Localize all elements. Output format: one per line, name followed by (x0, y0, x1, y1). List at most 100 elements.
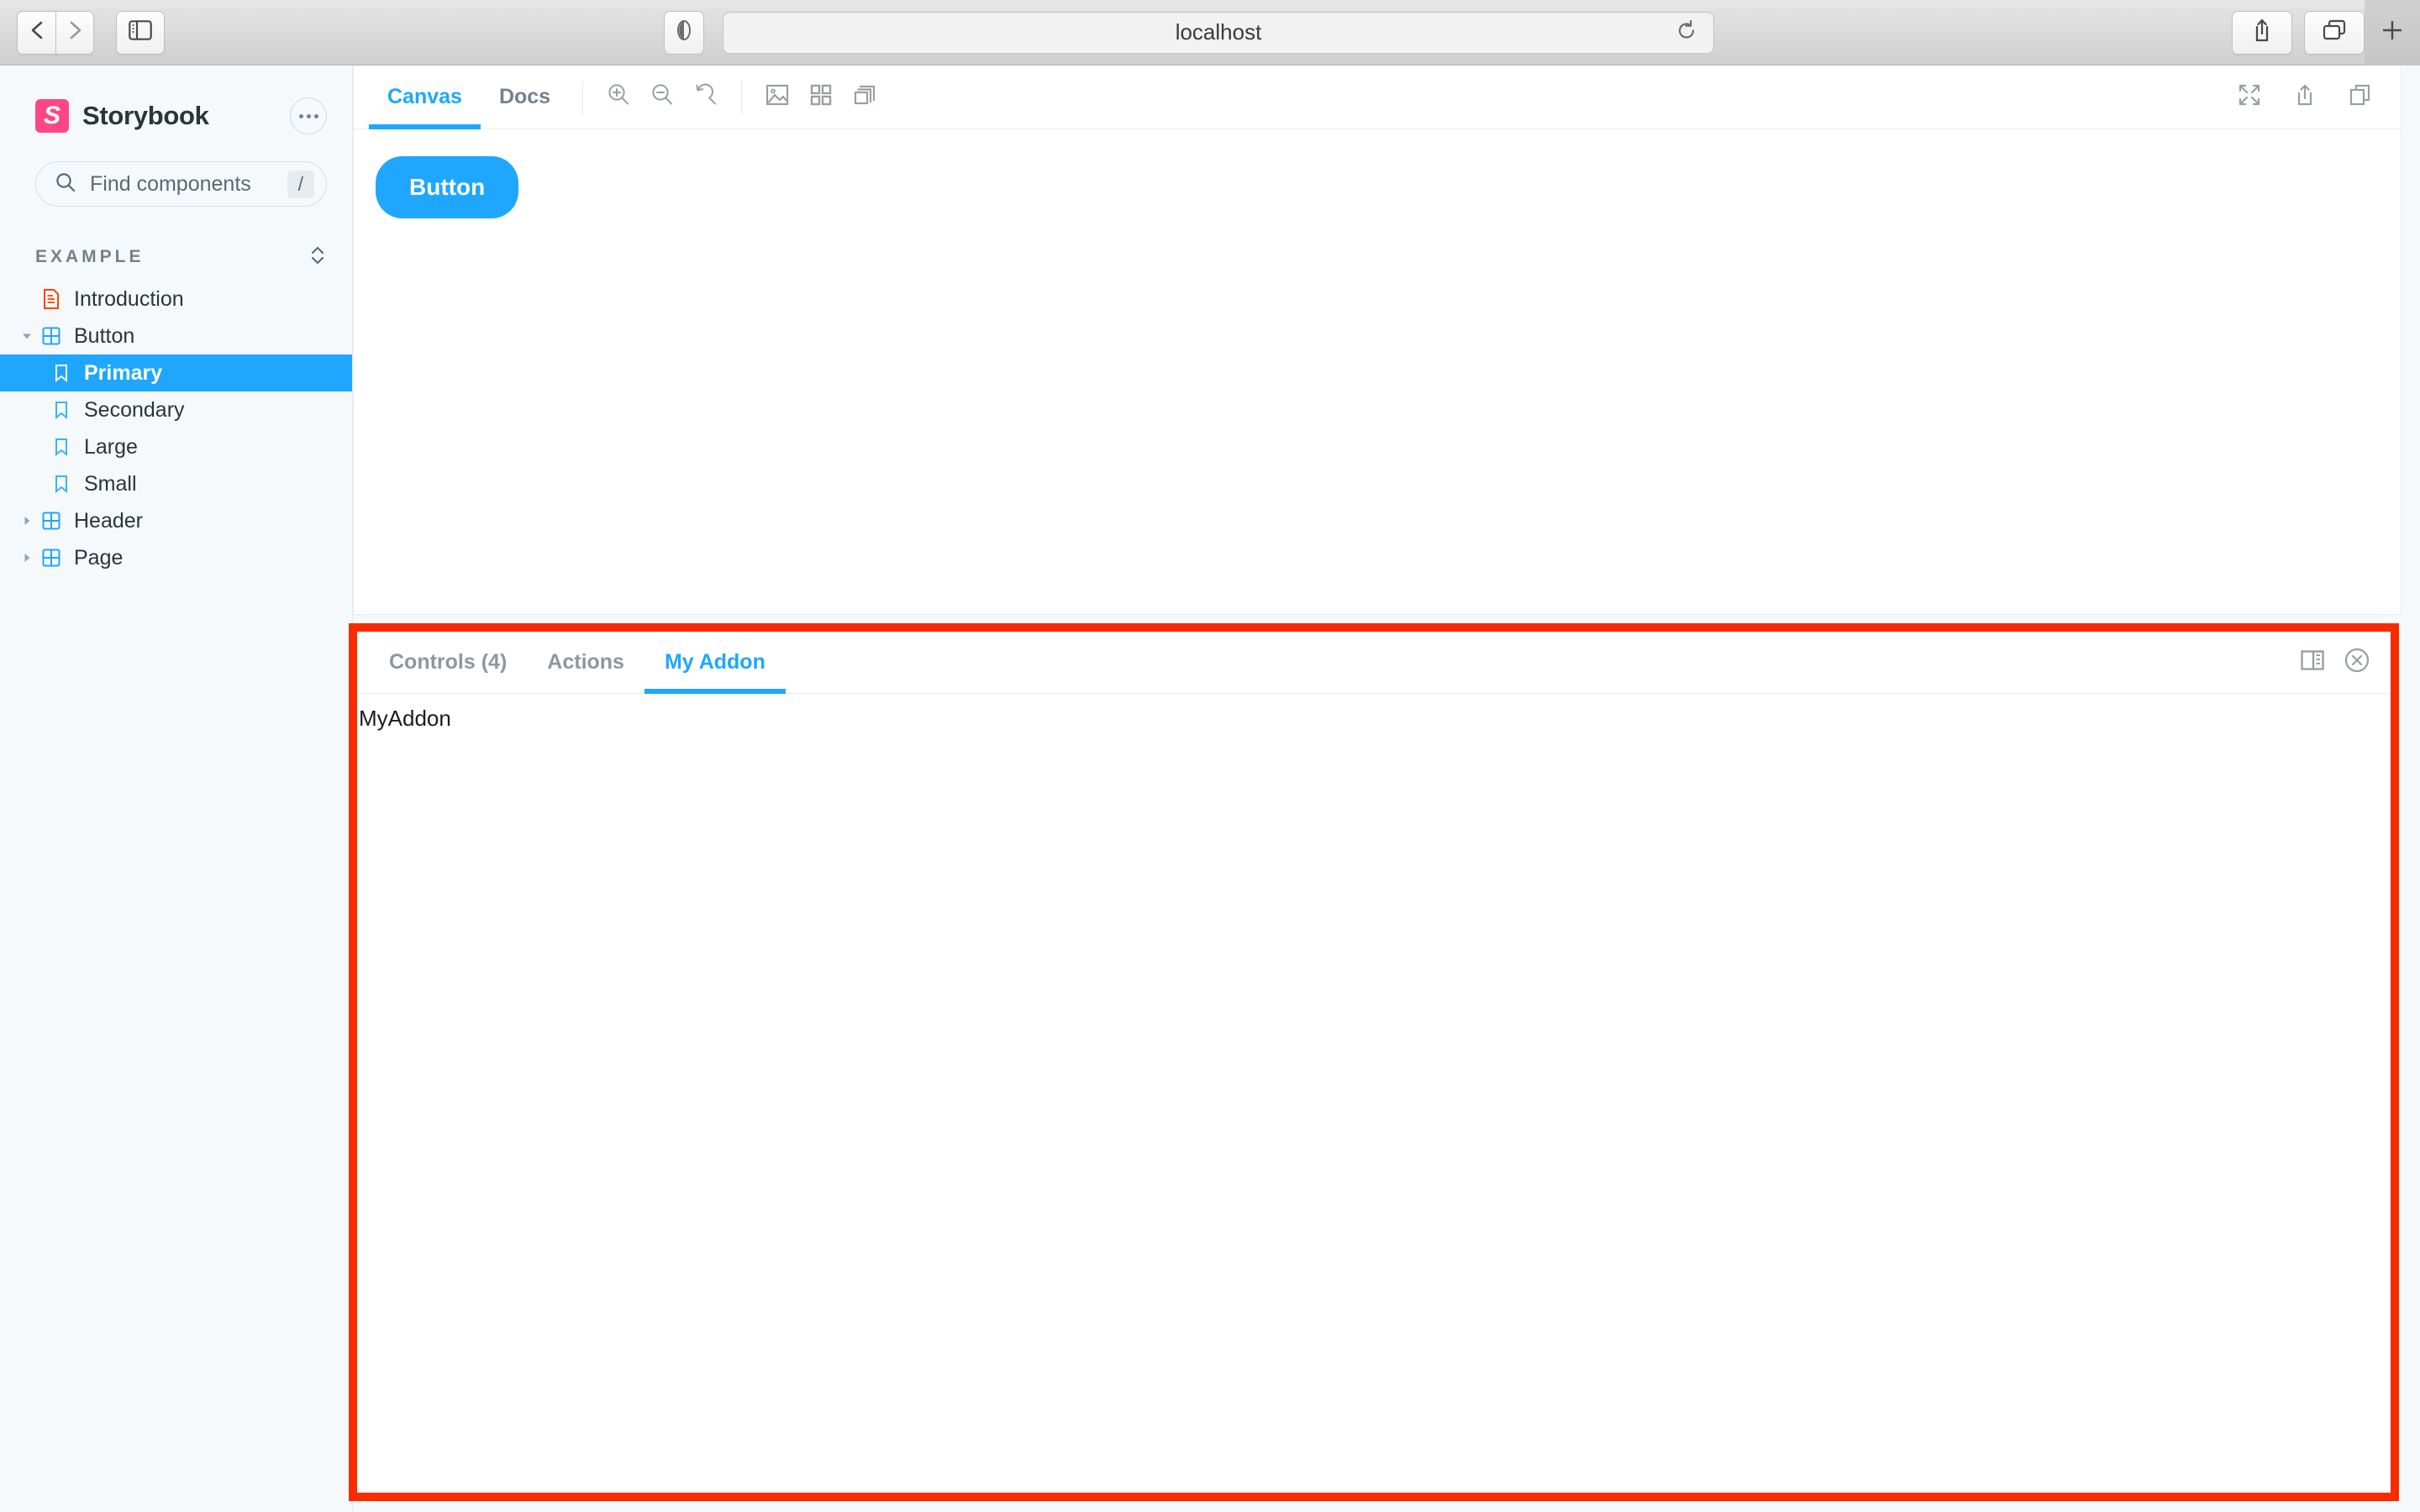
viewport-button[interactable] (843, 76, 886, 119)
share-button[interactable] (2232, 10, 2292, 55)
reader-view-button[interactable] (664, 10, 704, 55)
sidebar-item-label: Secondary (84, 397, 185, 422)
sidebar-item-label: Button (74, 323, 135, 348)
canvas-toolbar: Canvas Docs (354, 66, 2401, 129)
chevron-left-icon (29, 19, 45, 45)
browser-toolbar: localhost (0, 0, 2420, 66)
component-icon (37, 548, 66, 568)
addon-panel-tabs: Controls (4) Actions My Addon (357, 632, 2391, 694)
zoom-out-icon (649, 81, 676, 113)
sidebar-item-label: Page (74, 545, 124, 570)
main-area: Canvas Docs Button Controls (4) Actions … (349, 66, 2420, 1512)
tab-controls[interactable]: Controls (4) (369, 632, 527, 694)
tab-overview-button[interactable] (2304, 10, 2365, 55)
reader-view-icon (676, 18, 692, 46)
address-text: localhost (1175, 19, 1262, 45)
sidebar-item-large[interactable]: Large (0, 428, 352, 465)
fullscreen-button[interactable] (2228, 76, 2271, 119)
canvas-right-tools (2228, 76, 2401, 119)
sidebar-item-label: Large (84, 434, 138, 459)
search-icon (55, 171, 76, 197)
tab-label: Canvas (387, 85, 462, 108)
tab-my-addon[interactable]: My Addon (644, 632, 786, 694)
story-icon (47, 363, 76, 383)
search-shortcut-badge: / (287, 170, 314, 198)
sidebar-item-introduction[interactable]: Introduction (0, 281, 352, 318)
sidebar: S Storybook Find components / EXAMPLE In… (0, 66, 353, 1512)
back-button[interactable] (17, 10, 55, 55)
logo-letter: S (43, 102, 60, 129)
sidebar-item-secondary[interactable]: Secondary (0, 391, 352, 428)
sidebar-item-label: Introduction (74, 286, 184, 311)
tab-docs[interactable]: Docs (481, 66, 569, 129)
tab-actions[interactable]: Actions (527, 632, 644, 694)
grid-button[interactable] (799, 76, 843, 119)
sidebar-section-header[interactable]: EXAMPLE (35, 242, 327, 272)
tab-canvas[interactable]: Canvas (369, 66, 481, 129)
open-in-new-tab-button[interactable] (2283, 76, 2327, 119)
nav-button-group (17, 10, 94, 55)
sidebar-item-header[interactable]: Header (0, 502, 352, 539)
zoom-reset-icon (692, 81, 719, 113)
expand-collapse-icon[interactable] (308, 243, 327, 272)
sidebar-toggle-button[interactable] (116, 10, 165, 55)
backgrounds-button[interactable] (755, 76, 799, 119)
browser-right-tools (2220, 0, 2420, 66)
story-preview: Button (354, 129, 2401, 614)
sidebar-item-button[interactable]: Button (0, 318, 352, 354)
chevron-right-icon[interactable] (17, 514, 37, 528)
sidebar-menu-button[interactable] (290, 97, 327, 134)
grid-icon (808, 82, 834, 112)
document-icon (37, 288, 66, 310)
tab-label: My Addon (664, 650, 765, 674)
zoom-in-button[interactable] (597, 76, 640, 119)
sidebar-item-small[interactable]: Small (0, 465, 352, 502)
viewport-icon (852, 82, 877, 112)
zoom-reset-button[interactable] (684, 76, 728, 119)
story-icon (47, 437, 76, 457)
storybook-logo-icon[interactable]: S (35, 99, 69, 133)
annotation-highlight-box: Controls (4) Actions My Addon MyAddon (349, 623, 2399, 1501)
story-icon (47, 474, 76, 494)
brand-title: Storybook (82, 101, 209, 130)
tab-label: Docs (498, 85, 551, 108)
chevron-right-icon[interactable] (17, 551, 37, 564)
plus-icon (2380, 18, 2405, 47)
reload-icon[interactable] (1676, 19, 1697, 45)
panel-position-icon (2300, 650, 2325, 675)
zoom-out-button[interactable] (640, 76, 684, 119)
panel-position-button[interactable] (2300, 649, 2325, 675)
fullscreen-icon (2237, 82, 2262, 112)
component-tree: Introduction Button Primary Secondary La… (0, 281, 352, 576)
canvas-frame: Canvas Docs Button (353, 66, 2402, 615)
component-icon (37, 326, 66, 346)
addon-panel-content: MyAddon (359, 706, 451, 731)
forward-button[interactable] (55, 10, 94, 55)
copy-canvas-link-icon (2348, 82, 2373, 112)
tab-label: Actions (547, 650, 624, 674)
copy-canvas-link-button[interactable] (2338, 76, 2382, 119)
sidebar-item-page[interactable]: Page (0, 539, 352, 576)
ellipsis-icon (298, 113, 303, 118)
zoom-in-icon (605, 81, 632, 113)
address-bar[interactable]: localhost (723, 11, 1714, 54)
backgrounds-icon (764, 82, 791, 112)
story-icon (47, 400, 76, 420)
search-placeholder: Find components (90, 171, 251, 196)
sidebar-item-label: Primary (84, 360, 163, 385)
sidebar-item-label: Header (74, 508, 143, 533)
toolbar-divider (741, 80, 743, 114)
new-tab-button[interactable] (2365, 0, 2420, 66)
component-icon (37, 511, 66, 531)
share-icon (2251, 18, 2273, 47)
sidebar-item-primary[interactable]: Primary (0, 354, 352, 391)
sidebar-item-label: Small (84, 471, 137, 496)
chevron-down-icon[interactable] (17, 329, 37, 343)
storybook-app: S Storybook Find components / EXAMPLE In… (0, 66, 2420, 1512)
sidebar-toggle-icon (129, 20, 152, 45)
story-button[interactable]: Button (376, 156, 519, 218)
section-label: EXAMPLE (35, 247, 145, 266)
search-input[interactable]: Find components / (35, 161, 327, 207)
tab-label: Controls (4) (389, 650, 508, 674)
close-panel-button[interactable] (2344, 647, 2370, 678)
